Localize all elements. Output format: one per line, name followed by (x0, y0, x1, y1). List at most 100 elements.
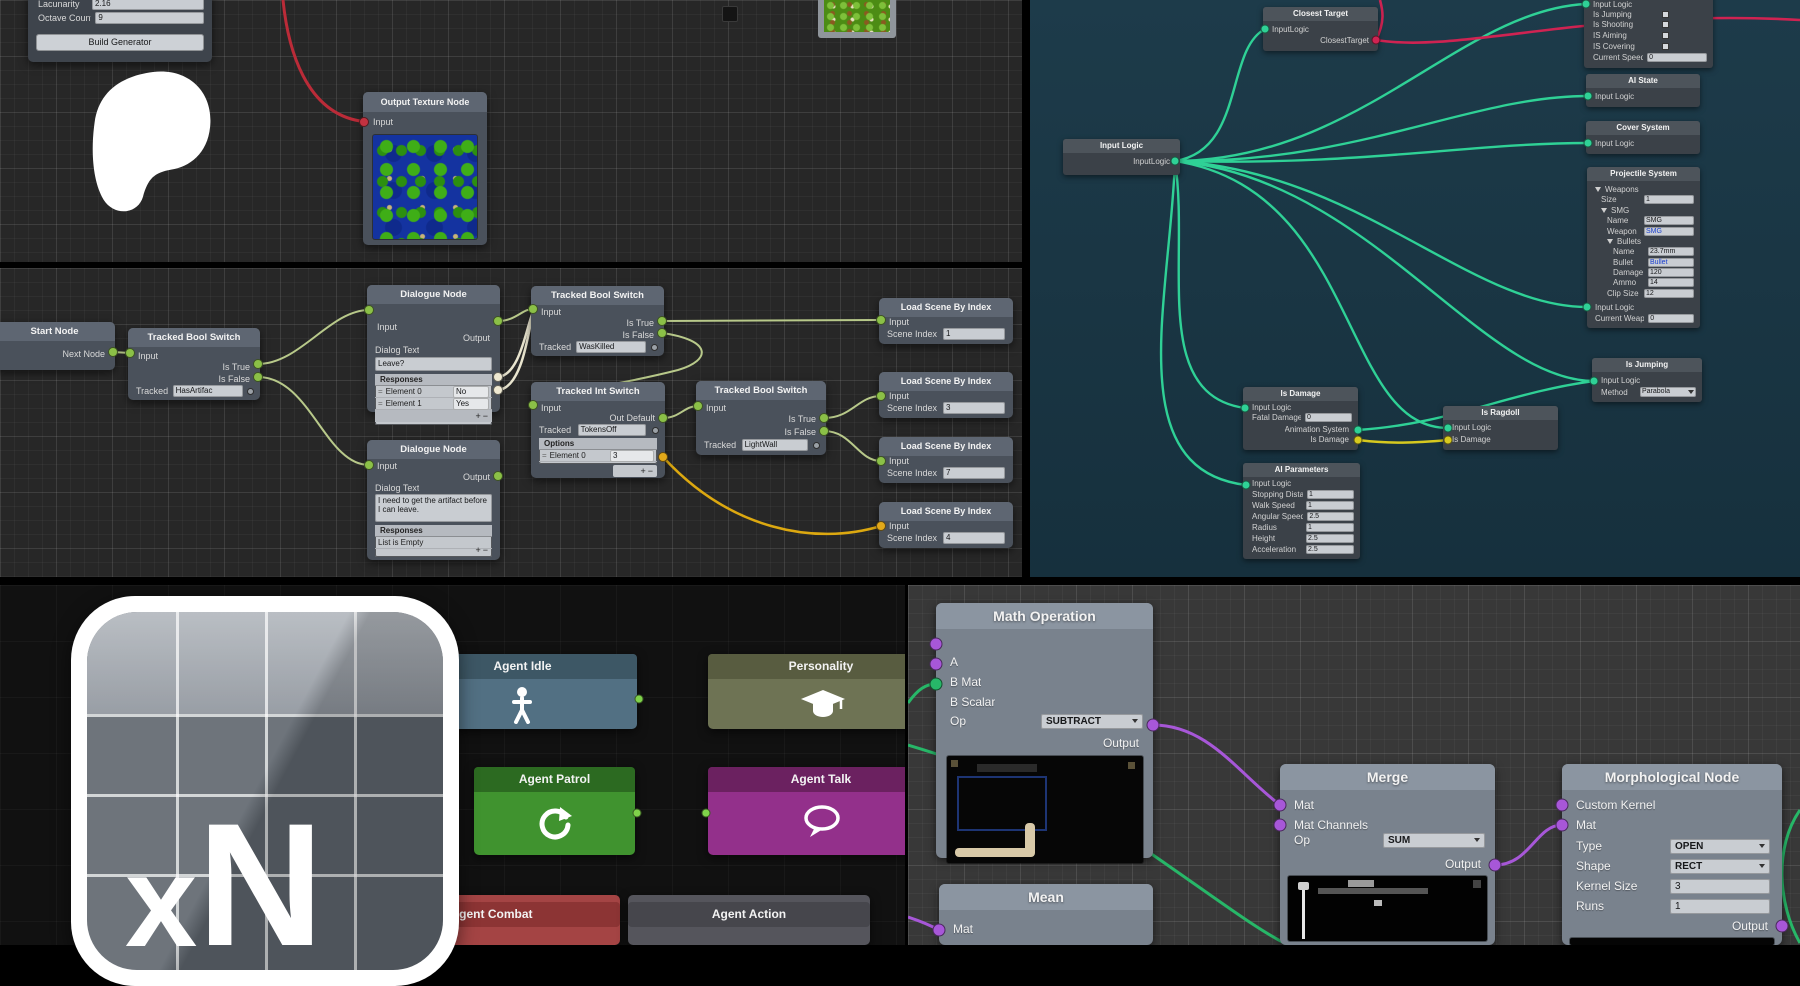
tracked-object-field[interactable]: HasArtifac (173, 385, 243, 397)
bullet-object-field[interactable]: Bullet (1648, 258, 1694, 267)
input-port[interactable] (1261, 25, 1270, 34)
shape-dropdown[interactable]: RECT (1670, 859, 1770, 874)
input-port[interactable] (1590, 377, 1599, 386)
output-port[interactable] (657, 316, 667, 326)
dialogue-node[interactable]: Dialogue Node Input Output Dialog Text I… (367, 440, 500, 560)
input-port[interactable] (1444, 424, 1453, 433)
name-field[interactable]: SMG (1644, 216, 1694, 225)
input-port[interactable] (930, 638, 943, 651)
clip-size-field[interactable]: 12 (1644, 289, 1694, 298)
lacunarity-field[interactable]: 2.16 (92, 0, 204, 10)
option-value-field[interactable]: 3 (610, 450, 654, 462)
output-port[interactable] (108, 347, 118, 357)
input-port[interactable] (693, 401, 703, 411)
input-port[interactable] (1556, 799, 1569, 812)
is-ragdoll-node[interactable]: Is Ragdoll Input Logic Is Damage (1443, 406, 1558, 450)
response-port[interactable] (493, 372, 503, 382)
output-port[interactable] (1354, 426, 1363, 435)
input-port[interactable] (876, 391, 886, 401)
checkbox[interactable] (1662, 32, 1669, 39)
scene-index-field[interactable]: 4 (943, 532, 1005, 544)
object-picker-icon[interactable] (247, 388, 254, 395)
tracked-object-field[interactable]: LightWall (742, 439, 808, 451)
dialogue-node[interactable]: Dialogue Node Input Output Dialog Text L… (367, 285, 500, 412)
terrain-graph-panel[interactable]: Lacunarity 2.16 Octave Count 9 Build Gen… (0, 0, 1022, 262)
damage-field[interactable]: 120 (1648, 268, 1694, 277)
kernel-size-field[interactable]: 3 (1670, 879, 1770, 894)
ai-parameters-node[interactable]: AI Parameters Input Logic Stopping Dista… (1243, 463, 1360, 559)
tracked-bool-switch-node[interactable]: Tracked Bool Switch Input Is True Is Fal… (128, 328, 260, 400)
checkbox[interactable] (1662, 21, 1669, 28)
dialog-text-field[interactable]: I need to get the artifact before I can … (375, 494, 492, 522)
agent-action-node[interactable]: Agent Action (628, 895, 870, 945)
current-weapon-field[interactable]: 0 (1648, 314, 1694, 323)
tracked-bool-switch-node[interactable]: Tracked Bool Switch Input Is True Is Fal… (531, 286, 664, 356)
octave-count-field[interactable]: 9 (95, 12, 204, 24)
response-value-field[interactable]: Yes (453, 398, 489, 410)
mean-node[interactable]: Mean Mat (939, 884, 1153, 945)
response-port[interactable] (493, 385, 503, 395)
parameter-field[interactable]: 2.5 (1307, 512, 1354, 521)
foldout-icon[interactable] (1607, 239, 1613, 244)
input-port[interactable] (1556, 819, 1569, 832)
image-graph-panel[interactable]: Math Operation A B Mat B Scalar Op SUBTR… (908, 585, 1800, 945)
is-jumping-node[interactable]: Is Jumping Input Logic Method Parabola (1592, 358, 1702, 402)
input-port[interactable] (364, 305, 374, 315)
input-port[interactable] (528, 400, 538, 410)
output-texture-node[interactable]: Output Texture Node Input (363, 92, 487, 245)
parameter-field[interactable]: 1 (1306, 501, 1354, 510)
current-speed-field[interactable]: 0 (1647, 53, 1707, 62)
parameter-field[interactable]: 1 (1307, 490, 1354, 499)
load-scene-node[interactable]: Load Scene By Index Input Scene Index 4 (879, 502, 1013, 548)
size-field[interactable]: 1 (1644, 195, 1694, 204)
method-dropdown[interactable]: Parabola (1640, 387, 1696, 397)
tracked-object-field[interactable]: TokensOff (578, 424, 646, 436)
output-port[interactable] (1171, 157, 1180, 166)
object-picker-icon[interactable] (652, 427, 659, 434)
input-port[interactable] (876, 521, 886, 531)
input-port[interactable] (1274, 819, 1287, 832)
start-node[interactable]: Start Node Next Node (0, 322, 115, 370)
remove-element-button[interactable]: − (483, 545, 488, 555)
is-damage-node[interactable]: Is Damage Input Logic Fatal Damage0 Anim… (1243, 387, 1358, 450)
list-item[interactable]: = Element 1 Yes (375, 398, 492, 410)
list-item[interactable]: = Element 0 No (375, 386, 492, 398)
tracked-object-field[interactable]: WasKilled (576, 341, 646, 353)
checkbox[interactable] (1662, 43, 1669, 50)
output-port[interactable] (633, 809, 642, 818)
remove-element-button[interactable]: − (483, 411, 488, 421)
output-port[interactable] (657, 328, 667, 338)
checkbox[interactable] (1662, 11, 1669, 18)
add-element-button[interactable]: + (640, 466, 645, 476)
output-port[interactable] (819, 413, 829, 423)
output-port[interactable] (635, 695, 644, 704)
output-port[interactable] (819, 426, 829, 436)
input-port[interactable] (876, 315, 886, 325)
response-value-field[interactable]: No (453, 386, 489, 398)
add-element-button[interactable]: + (475, 545, 480, 555)
merge-node[interactable]: Merge Mat Mat Channels Op SUM Output (1280, 764, 1495, 945)
op-dropdown[interactable]: SUBTRACT (1041, 714, 1143, 729)
load-scene-node[interactable]: Load Scene By Index Input Scene Index 3 (879, 372, 1013, 418)
object-picker-icon[interactable] (651, 344, 658, 351)
output-port[interactable] (253, 372, 263, 382)
input-port[interactable] (876, 456, 886, 466)
option-port[interactable] (658, 452, 668, 462)
input-port[interactable] (702, 809, 711, 818)
build-generator-button[interactable]: Build Generator (36, 34, 204, 51)
personality-node[interactable]: Personality (708, 654, 905, 729)
name-field[interactable]: 23.7mm (1648, 247, 1694, 256)
input-port[interactable] (930, 658, 943, 671)
ai-status-node[interactable]: Input Logic Is Jumping Is Shooting IS Ai… (1584, 0, 1713, 68)
input-port[interactable] (528, 304, 538, 314)
agent-patrol-node[interactable]: Agent Patrol (474, 767, 635, 855)
output-port[interactable] (493, 471, 503, 481)
output-port[interactable] (1489, 859, 1502, 872)
minimized-node[interactable] (722, 6, 738, 22)
weapon-object-field[interactable]: SMG (1644, 227, 1694, 236)
input-port[interactable] (1242, 481, 1251, 490)
input-port[interactable] (1444, 436, 1453, 445)
parameter-field[interactable]: 1 (1306, 523, 1354, 532)
input-port[interactable] (364, 460, 374, 470)
ai-state-node[interactable]: AI State Input Logic (1586, 74, 1700, 107)
